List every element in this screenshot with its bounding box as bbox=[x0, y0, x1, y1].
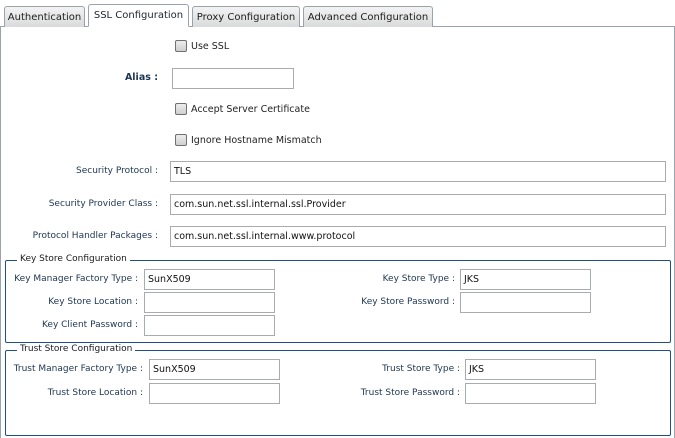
ssl-configuration-panel: Use SSL Alias : Accept Server Certificat… bbox=[0, 27, 675, 438]
key-store-type-field[interactable]: JKS bbox=[460, 269, 591, 290]
key-store-configuration-group: Key Store Configuration Key Manager Fact… bbox=[5, 254, 671, 343]
trust-store-password-field[interactable] bbox=[465, 383, 596, 404]
security-protocol-field[interactable]: TLS bbox=[170, 161, 666, 182]
tab-advanced-configuration[interactable]: Advanced Configuration bbox=[303, 6, 433, 27]
key-client-password-field[interactable] bbox=[144, 315, 275, 336]
trust-store-type-field[interactable]: JKS bbox=[465, 359, 596, 380]
trust-manager-factory-type-field[interactable]: SunX509 bbox=[149, 359, 280, 380]
alias-label: Alias : bbox=[124, 72, 158, 83]
use-ssl-option[interactable]: Use SSL bbox=[175, 40, 229, 52]
security-provider-class-label: Security Provider Class : bbox=[48, 199, 158, 209]
ignore-hostname-mismatch-checkbox[interactable] bbox=[175, 134, 187, 146]
security-protocol-label: Security Protocol : bbox=[76, 166, 158, 176]
key-manager-factory-type-field[interactable]: SunX509 bbox=[144, 269, 275, 290]
trust-store-location-label: Trust Store Location : bbox=[47, 388, 143, 398]
accept-server-certificate-checkbox[interactable] bbox=[175, 103, 187, 115]
ignore-hostname-mismatch-label: Ignore Hostname Mismatch bbox=[191, 134, 322, 146]
trust-store-type-label: Trust Store Type : bbox=[382, 364, 460, 374]
ignore-hostname-mismatch-option[interactable]: Ignore Hostname Mismatch bbox=[175, 134, 322, 146]
trust-store-configuration-legend: Trust Store Configuration bbox=[17, 344, 136, 354]
tab-authentication[interactable]: Authentication bbox=[4, 6, 85, 27]
alias-field[interactable] bbox=[172, 68, 294, 89]
trust-store-configuration-group: Trust Store Configuration Trust Manager … bbox=[5, 344, 671, 436]
key-store-location-field[interactable] bbox=[144, 292, 275, 313]
key-store-configuration-legend: Key Store Configuration bbox=[17, 254, 130, 264]
use-ssl-label: Use SSL bbox=[191, 40, 230, 52]
key-store-type-label: Key Store Type : bbox=[382, 274, 455, 284]
security-provider-class-field[interactable]: com.sun.net.ssl.internal.ssl.Provider bbox=[170, 194, 666, 215]
key-store-location-label: Key Store Location : bbox=[48, 297, 138, 307]
key-client-password-label: Key Client Password : bbox=[41, 320, 138, 330]
accept-server-certificate-option[interactable]: Accept Server Certificate bbox=[175, 103, 310, 115]
protocol-handler-packages-label: Protocol Handler Packages : bbox=[32, 231, 158, 241]
accept-server-certificate-label: Accept Server Certificate bbox=[191, 103, 310, 115]
key-store-password-field[interactable] bbox=[460, 292, 591, 313]
trust-manager-factory-type-label: Trust Manager Factory Type : bbox=[13, 364, 143, 374]
key-manager-factory-type-label: Key Manager Factory Type : bbox=[14, 274, 138, 284]
tab-proxy-configuration[interactable]: Proxy Configuration bbox=[192, 6, 300, 27]
tab-bar: Authentication SSL Configuration Proxy C… bbox=[0, 0, 675, 27]
trust-store-password-label: Trust Store Password : bbox=[360, 388, 460, 398]
key-store-password-label: Key Store Password : bbox=[361, 297, 455, 307]
tab-ssl-configuration[interactable]: SSL Configuration bbox=[88, 4, 189, 27]
protocol-handler-packages-field[interactable]: com.sun.net.ssl.internal.www.protocol bbox=[170, 226, 666, 247]
use-ssl-checkbox[interactable] bbox=[175, 40, 187, 52]
trust-store-location-field[interactable] bbox=[149, 383, 280, 404]
